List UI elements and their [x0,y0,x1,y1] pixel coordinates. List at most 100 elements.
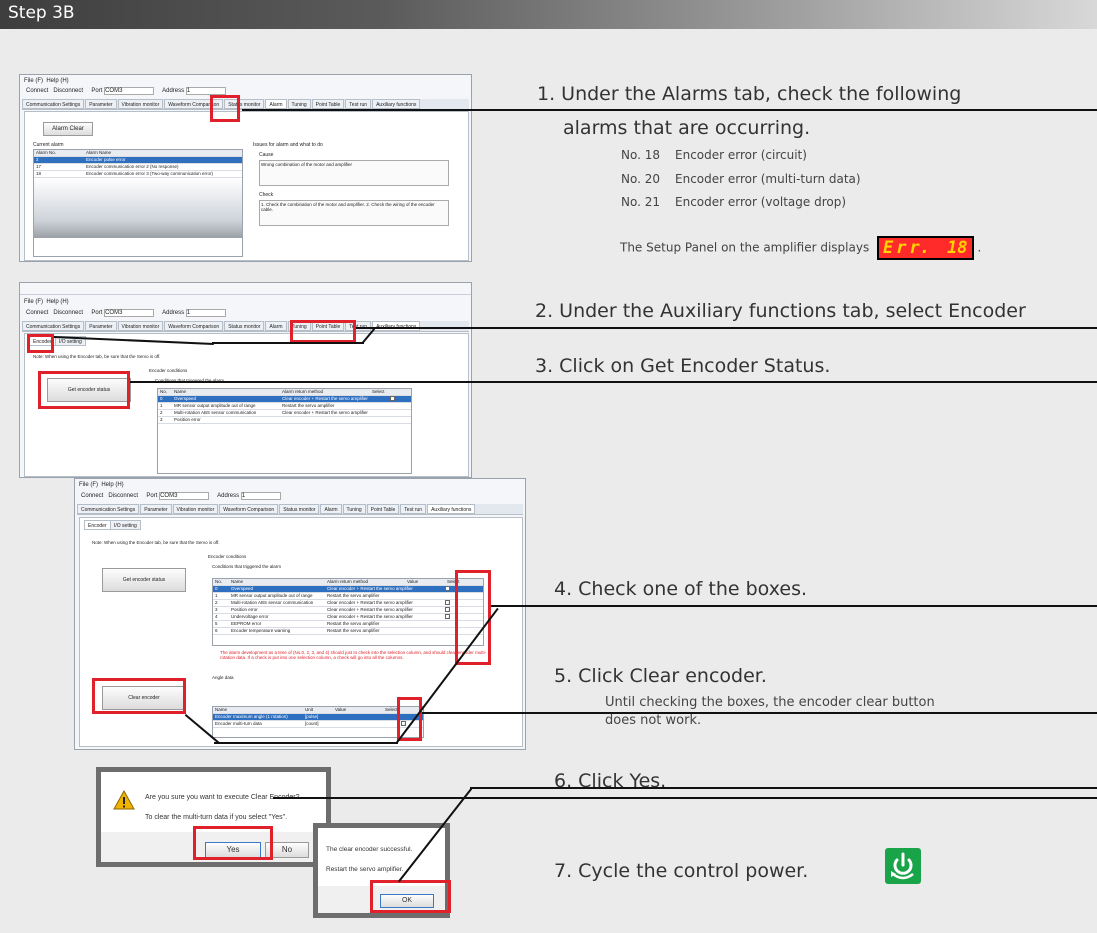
port-label: Port [91,88,103,94]
table-row[interactable]: 2 Multi-rotation ABS sensor communication… [158,410,411,417]
conditions-grid: No. Name Alarm return method Select 0 Oversp… [157,388,412,474]
connect-button[interactable]: Connect [26,88,48,94]
table-row[interactable]: Encoder multi-turn data[count]✓ [213,721,423,728]
tab-vibration[interactable]: Vibration monitor [117,321,164,331]
tab-alarm[interactable]: Alarm [265,321,287,331]
select-checkbox[interactable]: ✓ [445,600,450,605]
tab-parameter[interactable]: Parameter [85,99,117,109]
table-row[interactable]: 4 Undervoltage error Clear encoder + Resta… [213,614,483,621]
leader-line-5c [214,742,398,744]
connect-button[interactable]: Connect [26,310,48,316]
menu-help[interactable]: Help (H) [46,299,68,305]
alarm-clear-button[interactable]: Alarm Clear [43,122,93,136]
tab-communication[interactable]: Communication Settings [22,99,85,109]
cause-title: Issues for alarm and what to do [253,142,323,148]
tab-alarm[interactable]: Alarm [320,504,342,514]
clear-encoder-highlight [92,678,186,714]
table-row[interactable]: 17 Encoder communication error 2 (No resp… [34,164,242,171]
menu-help[interactable]: Help (H) [101,482,123,488]
tab-tuning[interactable]: Tuning [342,504,366,514]
menu-file[interactable]: File (F) [24,299,43,305]
step-6-label: 6. Click Yes. [554,770,667,792]
tab-parameter[interactable]: Parameter [85,321,117,331]
table-row[interactable]: 3 Position error [158,417,411,424]
alarm-desc-18: Encoder error (circuit) [675,148,807,162]
table-row[interactable]: 18 Encoder communication error 3 (Two-way… [34,171,242,178]
address-label: Address [162,88,185,94]
port-select[interactable]: COM3 [159,492,210,500]
tab-vibration[interactable]: Vibration monitor [172,504,219,514]
get-status-highlight [38,371,130,409]
table-row[interactable]: 1 MR sensor output amplitude out of range… [213,593,483,600]
select-checkbox[interactable]: ✓ [445,586,450,591]
confirm-detail: To clear the multi-turn data if you sele… [145,814,288,821]
table-row[interactable]: 0 Overspeed Clear encoder + Restart the se… [158,396,411,403]
step-4-label: 4. Check one of the boxes. [554,578,808,600]
table-row[interactable]: 3 Position error Clear encoder + Restart t… [213,607,483,614]
aux-note: Note: When using the Encoder tab, be sur… [92,540,220,545]
step-5-note-1: Until checking the boxes, the encoder cl… [605,695,935,710]
warning-icon [113,790,135,810]
table-row[interactable]: 5 EEPROM error Restart the servo amplifier [213,621,483,628]
tab-auxiliary[interactable]: Auxiliary functions [372,99,421,109]
menu-file[interactable]: File (F) [24,78,43,84]
address-select[interactable]: 1 [185,87,226,95]
table-row[interactable]: 6 Encoder temperature warning Restart the … [213,628,483,635]
address-select[interactable]: 1 [185,309,226,317]
port-select[interactable]: COM3 [104,309,155,317]
disconnect-button[interactable]: Disconnect [108,493,138,499]
tab-tuning[interactable]: Tuning [287,99,311,109]
auxiliary-tab-highlight [290,320,356,343]
select-column-highlight [455,570,491,665]
get-encoder-status-button[interactable]: Get encoder status [102,568,186,592]
tab-test-run[interactable]: Test run [345,99,372,109]
table-row[interactable]: 2 Encoder pulse error [34,157,242,164]
disconnect-button[interactable]: Disconnect [53,88,83,94]
tab-point-table[interactable]: Point Table [311,99,345,109]
ok-highlight [370,880,451,913]
select-checkbox[interactable]: ✓ [445,607,450,612]
table-row[interactable]: 1 MR sensor output amplitude out of range… [158,403,411,410]
tab-communication[interactable]: Communication Settings [77,504,140,514]
tab-waveform[interactable]: Waveform Comparison [164,321,224,331]
tab-alarm[interactable]: Alarm [265,99,287,109]
tab-auxiliary[interactable]: Auxiliary functions [427,504,476,514]
tab-status[interactable]: Status monitor [224,321,265,331]
table-row[interactable]: 0 Overspeed Clear encoder + Restart the se… [213,586,483,593]
step-3-label: 3. Click on Get Encoder Status. [535,355,831,377]
alarm-tab-screenshot: File (F) Help (H) Connect Disconnect Por… [19,74,472,262]
alarm-desc-21: Encoder error (voltage drop) [675,195,846,209]
leader-line-5a [422,712,1097,714]
subtab-io[interactable]: I/O setting [110,520,141,530]
tab-test-run[interactable]: Test run [400,504,427,514]
tab-parameter[interactable]: Parameter [140,504,172,514]
address-label: Address [217,493,240,499]
tab-waveform[interactable]: Waveform Comparison [219,504,279,514]
leader-line-6 [273,797,1097,799]
alarm-no-18: No. 18 [621,148,661,162]
table-row[interactable]: Encoder maximum angle (1 rotation) [pulse… [213,714,423,721]
select-checkbox[interactable]: ✓ [445,614,450,619]
select-checkbox[interactable] [390,396,395,401]
port-select[interactable]: COM3 [104,87,155,95]
subtab-encoder[interactable]: Encoder [84,520,111,530]
result-line-2: Restart the servo amplifier. [326,866,404,873]
setup-panel-display: Er r. 18 [877,236,974,260]
main-tab-bar: Communication Settings Parameter Vibration… [77,504,523,515]
menu-help[interactable]: Help (H) [46,78,68,84]
tab-status[interactable]: Status monitor [279,504,320,514]
alarm-grid-header: Alarm No. Alarm Name [34,150,242,157]
result-line-1: The clear encoder successful. [326,846,413,853]
tab-vibration[interactable]: Vibration monitor [117,99,164,109]
table-row[interactable]: 2 Multi-rotation ABS sensor communication… [213,600,483,607]
menu-file[interactable]: File (F) [79,482,98,488]
disconnect-button[interactable]: Disconnect [53,310,83,316]
tab-point-table[interactable]: Point Table [366,504,400,514]
cause-text: Wrong combination of the motor and ampli… [259,160,449,186]
tab-communication[interactable]: Communication Settings [22,321,85,331]
step-1-label-cont: alarms that are occurring. [563,117,811,139]
address-select[interactable]: 1 [240,492,281,500]
conditions-grid: No. Name Alarm return method Value Select 0O… [212,578,484,646]
tab-auxiliary[interactable]: Auxiliary functions [372,321,421,331]
connect-button[interactable]: Connect [81,493,103,499]
